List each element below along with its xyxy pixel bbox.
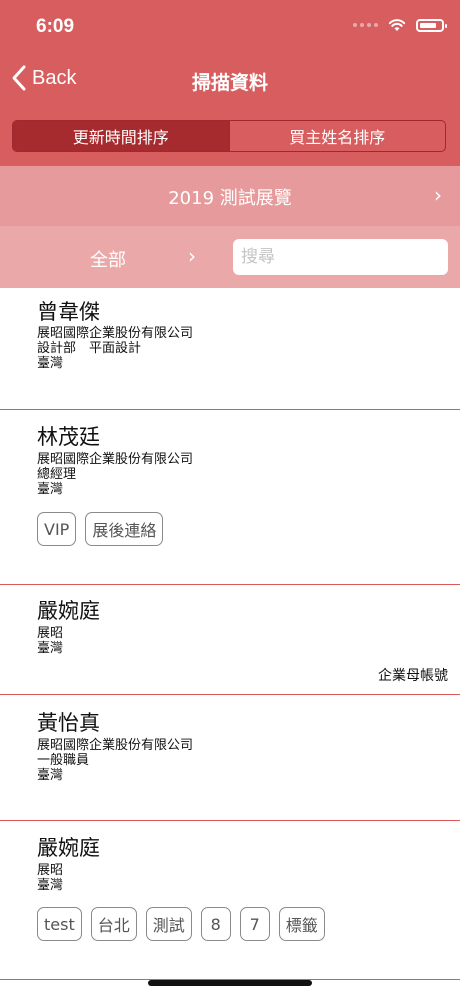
tag-chip[interactable]: 台北 (90, 907, 137, 941)
chevron-right-icon: › (434, 183, 442, 207)
segment-sort-by-buyer-name[interactable]: 買主姓名排序 (228, 121, 446, 151)
tag-chip[interactable]: 標籤 (278, 907, 325, 941)
status-indicators (353, 18, 447, 32)
contact-country: 臺灣 (37, 878, 64, 893)
list-item[interactable]: 曾韋傑 展昭國際企業股份有限公司 設計部 平面設計 臺灣 (0, 288, 460, 410)
cellular-signal-icon (353, 23, 378, 27)
search-input[interactable] (233, 239, 448, 275)
contact-company: 展昭國際企業股份有限公司 (37, 452, 194, 467)
contact-name: 曾韋傑 (37, 300, 100, 324)
battery-icon (416, 18, 447, 32)
contact-title: 一般職員 (37, 753, 90, 768)
list-item[interactable]: 嚴婉庭 展昭 臺灣 test 台北 測試 8 7 標籤 (0, 821, 460, 980)
tag-chip[interactable]: test (37, 907, 82, 941)
contact-company: 展昭國際企業股份有限公司 (37, 738, 194, 753)
chevron-right-icon: › (188, 244, 196, 268)
tag-list: test 台北 測試 8 7 標籤 (37, 907, 325, 941)
list-item[interactable]: 嚴婉庭 展昭 臺灣 企業母帳號 (0, 585, 460, 695)
contact-name: 黃怡真 (37, 711, 100, 735)
tag-list: VIP 展後連絡 (37, 512, 164, 546)
contact-company: 展昭 (37, 863, 64, 878)
tag-chip[interactable]: 展後連絡 (85, 512, 164, 546)
contact-country: 臺灣 (37, 768, 64, 783)
category-filter[interactable]: 全部 › (0, 226, 220, 288)
contact-title: 設計部 平面設計 (37, 341, 142, 356)
contact-name: 嚴婉庭 (37, 836, 100, 860)
tag-chip[interactable]: 7 (239, 907, 270, 941)
tag-chip[interactable]: VIP (37, 512, 77, 546)
page-title: 掃描資料 (191, 72, 268, 94)
tag-chip[interactable]: 測試 (145, 907, 192, 941)
status-bar: 6:09 (0, 0, 460, 56)
exhibition-label: 2019 測試展覽 (168, 188, 292, 209)
nav-bar: Back 掃描資料 (0, 56, 460, 106)
contact-company: 展昭國際企業股份有限公司 (37, 326, 194, 341)
contact-name: 嚴婉庭 (37, 599, 100, 623)
exhibition-selector[interactable]: 2019 測試展覽 › (0, 166, 460, 226)
contact-title: 總經理 (37, 467, 77, 482)
filter-label: 全部 (90, 250, 126, 271)
sort-segmented-control: 更新時間排序 買主姓名排序 (12, 120, 446, 152)
contact-name: 林茂廷 (37, 425, 100, 449)
contact-company: 展昭 (37, 626, 64, 641)
status-time: 6:09 (36, 16, 75, 37)
contact-country: 臺灣 (37, 356, 64, 371)
wifi-icon (388, 19, 406, 31)
sort-control-bar: 更新時間排序 買主姓名排序 (0, 106, 460, 166)
contact-country: 臺灣 (37, 641, 64, 656)
enterprise-account-label: 企業母帳號 (378, 668, 448, 684)
segment-sort-by-update-time[interactable]: 更新時間排序 (13, 121, 229, 151)
list-item[interactable]: 林茂廷 展昭國際企業股份有限公司 總經理 臺灣 VIP 展後連絡 (0, 410, 460, 585)
tag-chip[interactable]: 8 (200, 907, 231, 941)
list-item[interactable]: 黃怡真 展昭國際企業股份有限公司 一般職員 臺灣 (0, 695, 460, 821)
home-indicator (148, 980, 312, 986)
contact-country: 臺灣 (37, 482, 64, 497)
